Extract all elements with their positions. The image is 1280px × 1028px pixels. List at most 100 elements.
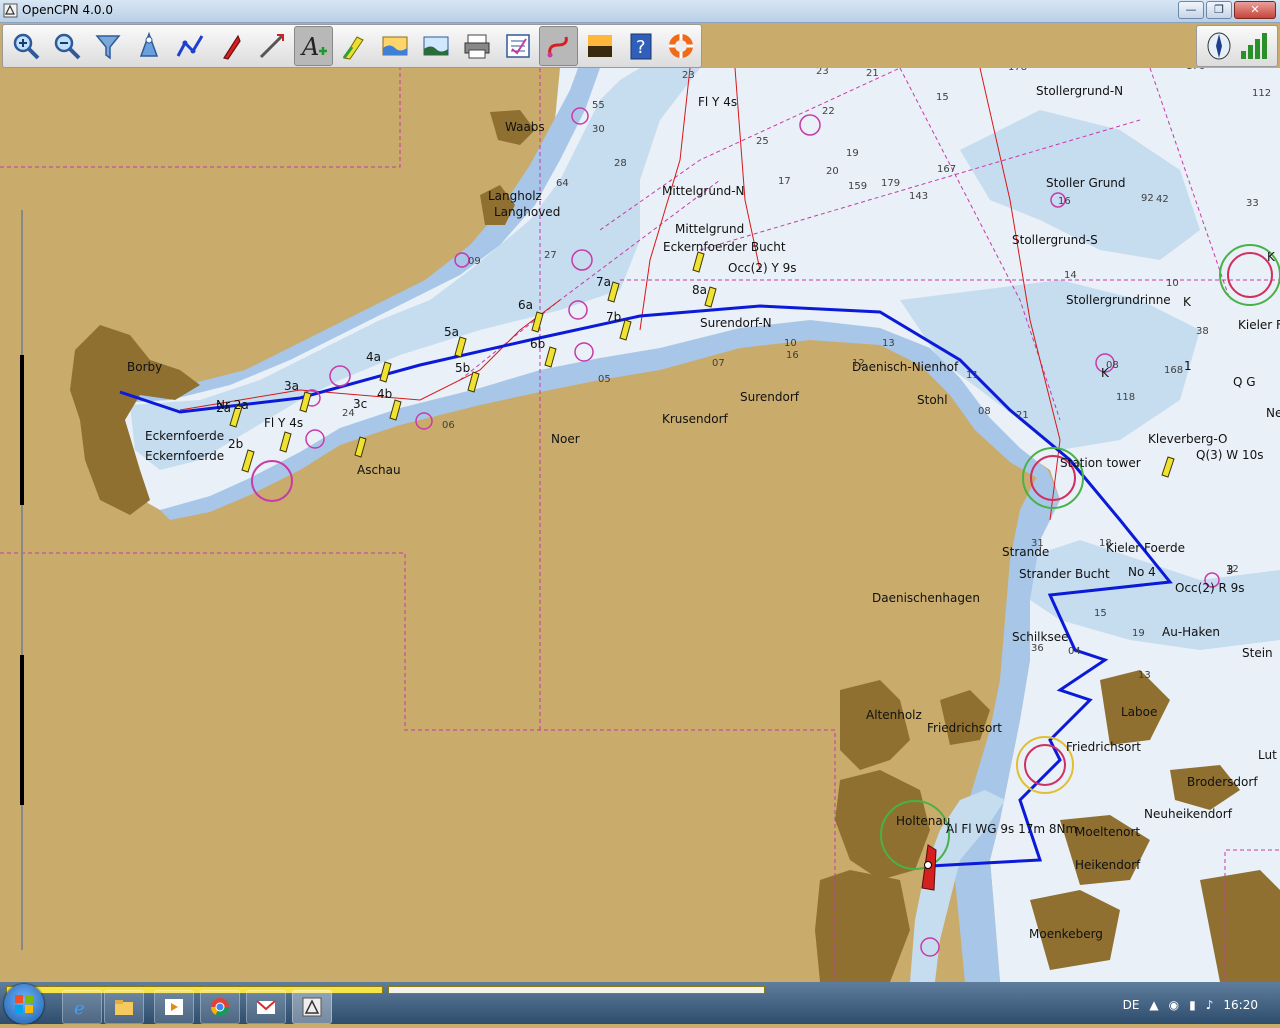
zoom-out-button[interactable] <box>48 26 87 66</box>
light-label: Occ(2) Y 9s <box>728 261 796 275</box>
color-scheme-button[interactable] <box>580 26 619 66</box>
window-title: OpenCPN 4.0.0 <box>22 3 113 17</box>
taskbar-ie[interactable]: e <box>62 990 102 1024</box>
sounding-label: 07 <box>712 358 725 369</box>
settings-button[interactable] <box>498 26 537 66</box>
ship-button[interactable] <box>212 26 251 66</box>
sounding-label: 23 <box>682 70 695 81</box>
buoy-label: 3c <box>353 397 367 411</box>
light-label: K <box>1183 295 1192 309</box>
place-label: Stohl <box>917 393 948 407</box>
help-button[interactable]: ? <box>621 26 660 66</box>
svg-text:?: ? <box>636 37 646 58</box>
sounding-label: 06 <box>442 420 455 431</box>
current-icon <box>423 36 449 56</box>
sounding-label: 14 <box>1064 270 1077 281</box>
compass-icon <box>1207 32 1231 60</box>
sounding-label: 22 <box>822 106 835 117</box>
close-button[interactable]: ✕ <box>1234 1 1276 19</box>
taskbar-gmail[interactable] <box>246 990 286 1024</box>
main-toolbar: A ? <box>2 24 702 68</box>
taskbar-explorer[interactable] <box>104 990 144 1024</box>
windows-taskbar: e DE ▲ ◉ ▮ ♪ 16:20 <box>0 982 1280 1024</box>
sounding-label: 159 <box>848 181 867 192</box>
clock[interactable]: 16:20 <box>1223 998 1258 1012</box>
route-button[interactable] <box>171 26 210 66</box>
light-label: Occ(2) R 9s <box>1175 581 1245 595</box>
minimize-button[interactable]: — <box>1178 1 1204 19</box>
print-button[interactable] <box>457 26 496 66</box>
taskbar-media[interactable] <box>154 990 194 1024</box>
tray-volume-icon[interactable]: ♪ <box>1206 998 1214 1012</box>
taskbar-opencpn[interactable] <box>292 990 332 1024</box>
buoy-label: 2b <box>228 437 243 451</box>
light-label: Fl Y 4s <box>698 95 737 109</box>
taskbar-chrome[interactable] <box>200 990 240 1024</box>
sounding-label: 19 <box>846 148 859 159</box>
buoy-label: 7a <box>596 275 611 289</box>
text-button[interactable]: A <box>293 26 333 66</box>
place-label: Strander Bucht <box>1019 567 1110 581</box>
title-bar: OpenCPN 4.0.0 — ❐ ✕ <box>0 0 1280 23</box>
place-label: Schilksee <box>1012 630 1068 644</box>
chart-svg[interactable]: Borby Eckernfoerde Eckernfoerde Waabs Langho… <box>0 68 1280 982</box>
place-label: Heikendorf <box>1075 858 1141 872</box>
buoy-label: 8a <box>692 283 707 297</box>
place-label: Noer <box>551 432 580 446</box>
place-label: Brodersdorf <box>1187 775 1258 789</box>
sounding-label: 176 <box>1186 68 1205 72</box>
current-button[interactable] <box>416 26 455 66</box>
mark-icon <box>342 36 364 60</box>
sounding-label: 28 <box>614 158 627 169</box>
place-label: Kieler F <box>1238 318 1280 332</box>
settings-icon <box>505 34 530 58</box>
measure-button[interactable] <box>253 26 292 66</box>
place-label: Surendorf-N <box>700 316 772 330</box>
sounding-label: 16 <box>1058 196 1071 207</box>
print-icon <box>464 34 490 59</box>
anchor-button[interactable] <box>130 26 169 66</box>
maximize-button[interactable]: ❐ <box>1206 1 1232 19</box>
sounding-label: 15 <box>1094 608 1107 619</box>
place-label: Langhoved <box>494 205 560 219</box>
scale-icon <box>95 35 121 60</box>
place-label: Ne <box>1266 406 1280 420</box>
mark-button[interactable] <box>335 26 374 66</box>
folder-icon <box>115 1000 133 1015</box>
sounding-label: 168 <box>1164 365 1183 376</box>
tide-icon <box>382 36 408 56</box>
tide-button[interactable] <box>375 26 414 66</box>
sounding-label: 10 <box>1166 278 1179 289</box>
mob-button[interactable] <box>662 26 701 66</box>
scale-button[interactable] <box>89 26 128 66</box>
place-label: Altenholz <box>866 708 922 722</box>
sounding-label: 04 <box>1068 646 1081 657</box>
tray-signal-icon[interactable]: ▮ <box>1189 998 1196 1012</box>
place-label: Moeltenort <box>1075 825 1140 839</box>
place-label: Aschau <box>357 463 401 477</box>
place-label: Eckernfoerde <box>145 449 224 463</box>
media-player-icon <box>165 999 183 1015</box>
nautical-chart-canvas[interactable]: Borby Eckernfoerde Eckernfoerde Waabs Langho… <box>0 68 1280 982</box>
tray-chevron-icon[interactable]: ▲ <box>1149 998 1158 1012</box>
place-label: Surendorf <box>740 390 800 404</box>
sounding-label: 36 <box>1031 643 1044 654</box>
start-button[interactable] <box>4 984 44 1024</box>
place-label: Daenischenhagen <box>872 591 980 605</box>
place-label: Stoller Grund <box>1046 176 1126 190</box>
tray-network-icon[interactable]: ◉ <box>1169 998 1179 1012</box>
place-label: Holtenau <box>896 814 950 828</box>
sounding-label: 13 <box>1138 670 1151 681</box>
signal-icon <box>1241 33 1267 59</box>
sounding-label: 16 <box>786 350 799 361</box>
place-label: Eckernfoerde <box>145 429 224 443</box>
place-label: Eckernfoerder Bucht <box>663 240 786 254</box>
compass-panel[interactable] <box>1196 25 1278 67</box>
text-icon: A <box>300 33 328 61</box>
language-indicator[interactable]: DE <box>1123 998 1140 1012</box>
zoom-in-button[interactable] <box>7 26 46 66</box>
mob-icon <box>669 34 694 58</box>
sounding-label: 08 <box>1106 360 1119 371</box>
measure-icon <box>260 33 285 59</box>
track-button[interactable] <box>539 26 579 66</box>
